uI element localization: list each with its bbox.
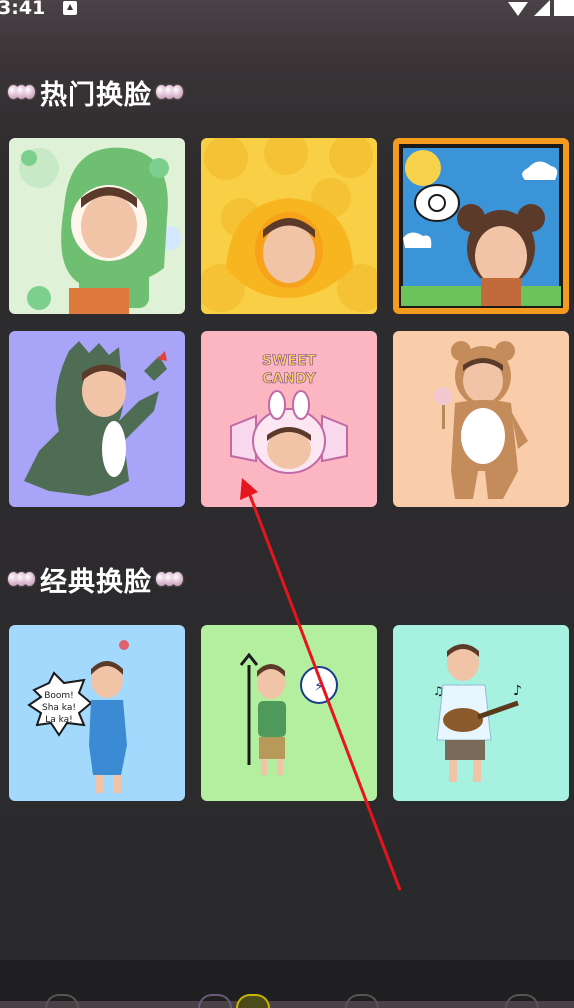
bubble-text-laka: La ka! (45, 715, 73, 725)
title-decoration-left-icon (8, 85, 35, 99)
template-card-boom-shaka-laka[interactable]: Boom! Sha ka! La ka! (9, 625, 185, 801)
template-card-green-dinosaur[interactable] (9, 331, 185, 507)
section-hot-title: 热门换脸 (40, 79, 152, 111)
candy-label-sweet: SWEET (262, 353, 317, 369)
ukulele-illustration: ♪ ♫ (433, 644, 522, 782)
devil-illustration: ⚡ (239, 652, 338, 775)
title-decoration-right-icon (156, 572, 183, 586)
ducks-illustration (201, 138, 377, 312)
status-bar: 3:41 (0, 0, 574, 22)
title-decoration-left-icon (8, 572, 35, 586)
notification-app-icon (63, 1, 77, 15)
template-card-brown-bear[interactable] (393, 331, 569, 507)
bottom-navigation-bar (0, 960, 574, 1008)
battery-icon (554, 0, 574, 16)
bear-illustration (434, 341, 528, 499)
bubble-text-boom: Boom! (44, 691, 74, 701)
title-decoration-right-icon (156, 85, 183, 99)
nav-home-icon[interactable] (45, 994, 79, 1008)
candy-label-candy: CANDY (262, 371, 316, 387)
template-card-green-frog-hood[interactable] (9, 138, 185, 314)
nav-message-icon[interactable] (345, 994, 379, 1008)
section-hot-header: 热门换脸 (8, 72, 183, 112)
signal-icon (534, 0, 550, 16)
boom-illustration: Boom! Sha ka! La ka! (27, 640, 129, 793)
template-card-cartoon-sun-sky[interactable] (393, 138, 569, 314)
template-card-sweet-candy[interactable]: SWEET CANDY (201, 331, 377, 507)
nav-discover-icon[interactable] (198, 994, 232, 1008)
template-card-devil-fork[interactable]: ⚡ (201, 625, 377, 801)
template-card-ukulele[interactable]: ♪ ♫ (393, 625, 569, 801)
music-note-icon: ♫ (433, 684, 444, 698)
section-classic-title: 经典换脸 (40, 566, 152, 598)
speech-bubble-glyph: ⚡ (314, 679, 324, 695)
music-note-icon: ♪ (513, 683, 522, 699)
template-card-yellow-ducks[interactable] (201, 138, 377, 314)
bubble-text-shaka: Sha ka! (42, 703, 76, 713)
nav-profile-icon[interactable] (505, 994, 539, 1008)
candy-illustration: SWEET CANDY (230, 353, 348, 474)
status-time: 3:41 (0, 0, 46, 19)
frog-hood-illustration (19, 147, 181, 314)
section-classic-header: 经典换脸 (8, 559, 183, 599)
nav-create-icon[interactable] (236, 994, 270, 1008)
dinosaur-illustration (24, 341, 167, 496)
wifi-icon (508, 2, 528, 16)
sun-sky-illustration (399, 144, 563, 308)
